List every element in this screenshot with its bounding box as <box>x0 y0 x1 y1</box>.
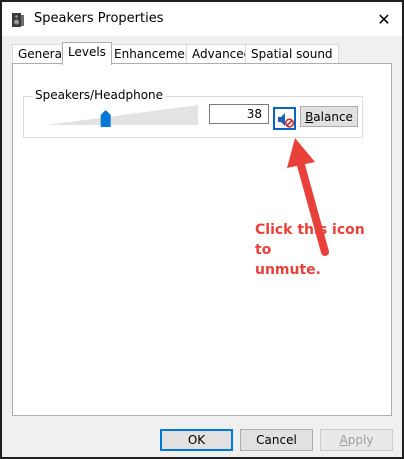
speakers-properties-window: Speakers Properties ✕ General Levels Enh… <box>0 0 404 459</box>
volume-level-field[interactable]: 38 <box>209 104 269 124</box>
apply-button[interactable]: Apply <box>320 429 393 451</box>
balance-label-rest: alance <box>313 109 353 124</box>
window-title: Speakers Properties <box>34 11 164 26</box>
speaker-device-icon <box>11 12 25 28</box>
balance-button[interactable]: Balance <box>300 106 358 127</box>
slider-track <box>46 105 198 125</box>
slider-thumb <box>100 110 111 127</box>
cancel-button[interactable]: Cancel <box>240 429 313 451</box>
close-button[interactable]: ✕ <box>370 6 398 32</box>
group-label: Speakers/Headphone <box>33 88 166 102</box>
mute-button[interactable] <box>273 107 296 130</box>
volume-slider[interactable] <box>46 101 198 129</box>
levels-panel: Speakers/Headphone 38 Balance Click this… <box>12 63 392 416</box>
annotation-text: Click this icon to unmute. <box>255 220 385 280</box>
apply-accesskey: A <box>339 433 348 447</box>
tab-levels[interactable]: Levels <box>62 42 112 65</box>
ok-button[interactable]: OK <box>160 429 233 451</box>
title-bar[interactable]: Speakers Properties ✕ <box>2 2 402 36</box>
speaker-muted-icon <box>278 113 295 128</box>
annotation-line-1: Click this icon to <box>255 222 365 258</box>
annotation-line-2: unmute. <box>255 262 321 278</box>
tab-spatial-sound[interactable]: Spatial sound <box>245 44 339 64</box>
tab-strip: General Levels Enhancements Advanced Spa… <box>12 42 394 65</box>
balance-accesskey: B <box>305 109 314 124</box>
close-icon: ✕ <box>377 9 391 29</box>
dialog-footer: OK Cancel Apply <box>2 420 402 457</box>
apply-label-rest: pply <box>347 433 374 447</box>
